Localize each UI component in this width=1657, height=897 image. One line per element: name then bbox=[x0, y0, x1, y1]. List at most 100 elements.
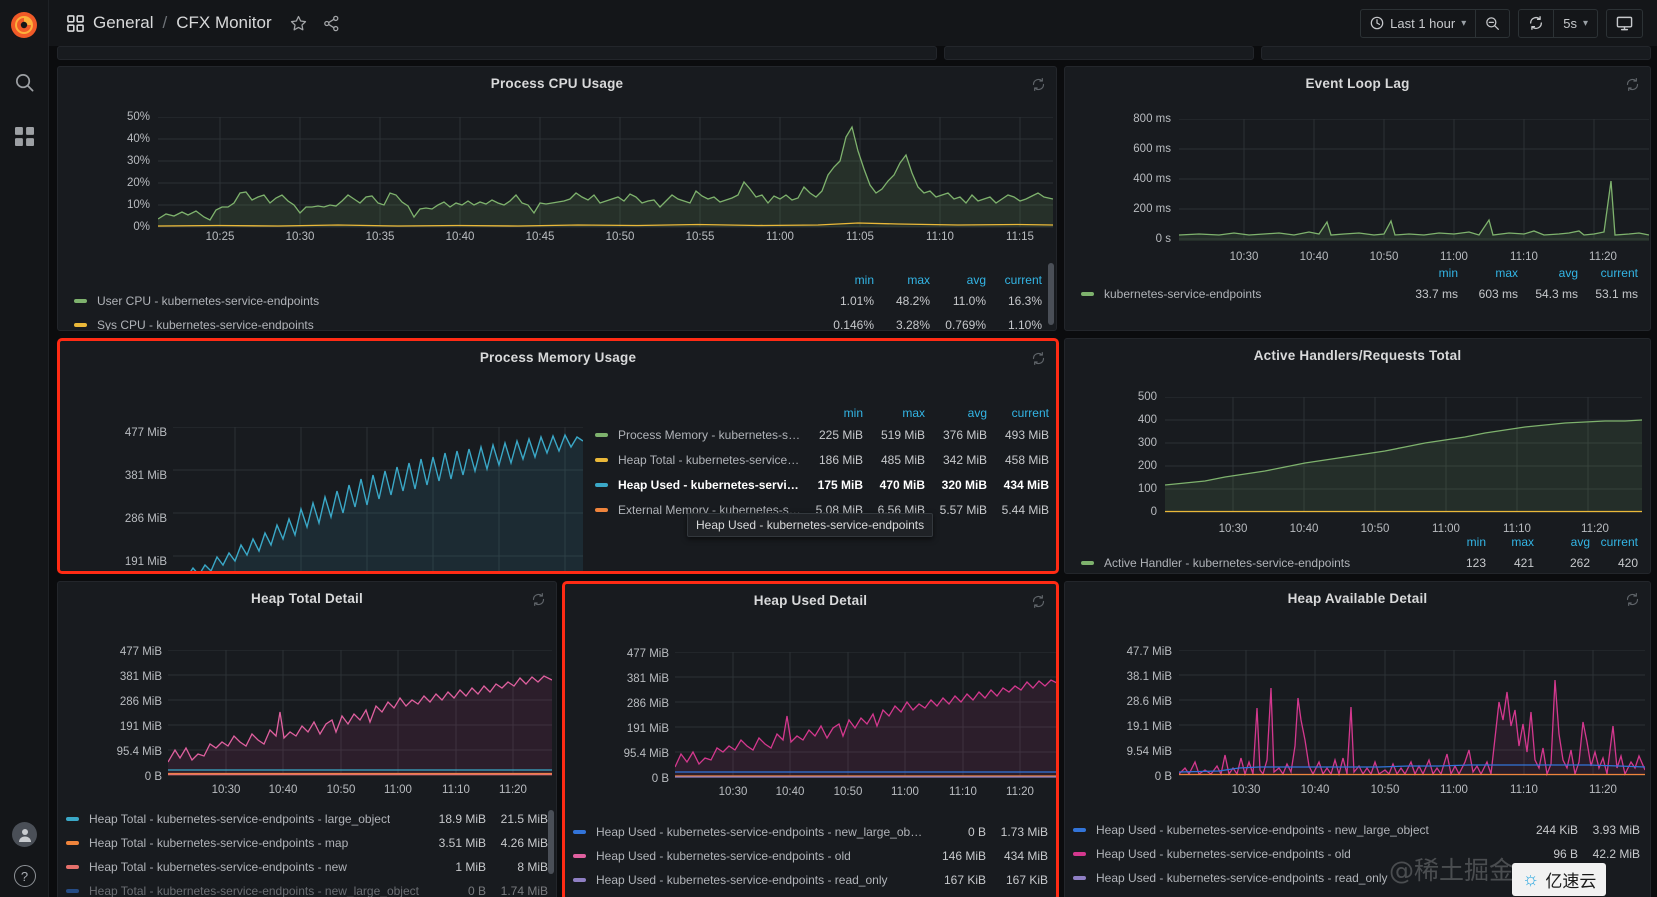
chevron-down-icon: ▾ bbox=[1582, 17, 1588, 29]
y-tick: 10% bbox=[126, 199, 150, 211]
time-range-label: Last 1 hour bbox=[1390, 15, 1456, 31]
series-min: 1 MiB bbox=[455, 860, 486, 874]
tv-mode-button[interactable] bbox=[1607, 10, 1642, 37]
search-icon[interactable] bbox=[10, 68, 38, 96]
legend-item[interactable]: User CPU - kubernetes-service-endpoints … bbox=[58, 289, 1056, 313]
legend-scrollbar[interactable] bbox=[548, 810, 554, 874]
watermark-badge: ☼ 亿速云 bbox=[1512, 863, 1607, 896]
panel-title: Active Handlers/Requests Total bbox=[1253, 348, 1462, 363]
clipped-panel[interactable] bbox=[57, 46, 937, 60]
y-axis: 500 400 300 200 100 0 bbox=[1065, 387, 1157, 537]
dashboards-grid-icon[interactable] bbox=[10, 122, 38, 150]
panel-refresh-icon[interactable] bbox=[1031, 77, 1046, 92]
panel-heap-available-detail[interactable]: Heap Available Detail 47.7 MiB 38.1 MiB … bbox=[1064, 581, 1651, 897]
x-tick: 11:10 bbox=[442, 784, 470, 796]
legend-item[interactable]: Process Memory - kubernetes-service-endp… bbox=[585, 422, 1055, 447]
panel-refresh-icon[interactable] bbox=[1031, 351, 1046, 366]
series-current: 493 MiB bbox=[1004, 427, 1049, 442]
legend-item[interactable]: Heap Used - kubernetes-service-endpoints… bbox=[585, 472, 1055, 497]
panel-refresh-icon[interactable] bbox=[1625, 77, 1640, 92]
legend-item[interactable]: Heap Used - kubernetes-service-endpoints… bbox=[565, 844, 1056, 868]
y-tick: 381 MiB bbox=[124, 470, 167, 482]
legend-header-row: min max avg current bbox=[1065, 532, 1650, 551]
series-color-swatch bbox=[1081, 292, 1094, 296]
series-min: 225 MiB bbox=[818, 427, 863, 442]
refresh-interval-picker[interactable]: 5s ▾ bbox=[1554, 10, 1597, 37]
series-color-swatch bbox=[573, 854, 586, 858]
clipped-panel[interactable] bbox=[944, 46, 1254, 60]
y-tick: 0 B bbox=[651, 773, 669, 785]
left-nav-rail: ? bbox=[0, 0, 49, 897]
y-tick: 477 MiB bbox=[119, 646, 162, 658]
x-tick: 10:50 bbox=[1369, 251, 1399, 263]
legend-item[interactable]: Active Handler - kubernetes-service-endp… bbox=[1065, 551, 1650, 573]
series-color-swatch bbox=[1073, 852, 1086, 856]
legend-item[interactable]: Sys CPU - kubernetes-service-endpoints 0… bbox=[58, 313, 1056, 331]
legend-item[interactable]: Heap Used - kubernetes-service-endpoints… bbox=[565, 868, 1056, 892]
panel-heap-used-detail[interactable]: Heap Used Detail 477 MiB 381 MiB 286 MiB… bbox=[562, 581, 1059, 897]
grafana-logo-icon[interactable] bbox=[7, 8, 41, 42]
x-tick: 11:20 bbox=[1589, 251, 1617, 263]
panel-legend: min max avg current kubernetes-service-e… bbox=[1065, 263, 1650, 306]
legend-item[interactable]: kubernetes-service-endpoints 33.7 ms 603… bbox=[1065, 282, 1650, 306]
panel-active-handlers-requests-total[interactable]: Active Handlers/Requests Total 500 400 3… bbox=[1064, 338, 1651, 574]
panel-heap-total-detail[interactable]: Heap Total Detail 477 MiB 381 MiB 286 Mi… bbox=[57, 581, 557, 897]
legend-col-max: max bbox=[907, 272, 930, 287]
clock-icon bbox=[1370, 16, 1384, 30]
legend-scrollbar[interactable] bbox=[1048, 263, 1054, 325]
user-avatar-icon[interactable] bbox=[12, 822, 37, 847]
panel-title: Event Loop Lag bbox=[1305, 76, 1410, 91]
panel-process-cpu-usage[interactable]: Process CPU Usage 50% 40% 30% 20% 10% 0% bbox=[57, 66, 1057, 331]
x-tick: 10:30 bbox=[285, 231, 315, 243]
y-tick: 381 MiB bbox=[626, 673, 669, 685]
series-min: 123 bbox=[1465, 556, 1486, 570]
series-max: 603 ms bbox=[1478, 287, 1518, 301]
refresh-dashboard-button[interactable] bbox=[1519, 10, 1553, 37]
clipped-panel[interactable] bbox=[1261, 46, 1651, 60]
active-handlers-plot bbox=[1165, 397, 1642, 513]
zoom-out-time-button[interactable] bbox=[1476, 10, 1509, 37]
legend-col-avg: avg bbox=[1558, 265, 1578, 280]
breadcrumb-folder[interactable]: General bbox=[93, 13, 153, 33]
legend-item[interactable]: Heap Total - kubernetes-service-endpoint… bbox=[58, 831, 556, 855]
series-max: 519 MiB bbox=[880, 427, 925, 442]
legend-item[interactable]: Heap Used - kubernetes-service-endpoints… bbox=[565, 820, 1056, 844]
legend-item[interactable]: Heap Total - kubernetes-service-endpoint… bbox=[585, 447, 1055, 472]
legend-header-row: min max avg current bbox=[58, 270, 1056, 289]
star-outline-icon[interactable] bbox=[290, 15, 307, 32]
series-current: 1.10% bbox=[1007, 318, 1042, 331]
legend-item[interactable]: Heap Total - kubernetes-service-endpoint… bbox=[58, 807, 556, 831]
panel-process-memory-usage[interactable]: Process Memory Usage 477 MiB 381 MiB 286… bbox=[57, 338, 1059, 574]
y-tick: 19.1 MiB bbox=[1126, 721, 1172, 733]
y-axis: 50% 40% 30% 20% 10% 0% bbox=[58, 111, 150, 233]
series-color-swatch bbox=[595, 507, 608, 512]
y-tick: 40% bbox=[126, 133, 150, 145]
series-color-swatch bbox=[74, 323, 87, 327]
series-max: 3.93 MiB bbox=[1592, 823, 1640, 837]
panel-legend: Heap Total - kubernetes-service-endpoint… bbox=[58, 807, 556, 897]
cpu-usage-plot bbox=[158, 117, 1053, 228]
y-axis: 477 MiB 381 MiB 286 MiB 191 MiB 95.4 MiB bbox=[60, 387, 167, 571]
series-min: 33.7 ms bbox=[1415, 287, 1458, 301]
legend-item[interactable]: Heap Total - kubernetes-service-endpoint… bbox=[58, 855, 556, 879]
series-min: 167 KiB bbox=[943, 873, 986, 887]
panel-event-loop-lag[interactable]: Event Loop Lag 800 ms 600 ms 400 ms 200 … bbox=[1064, 66, 1651, 331]
series-current: 5.44 MiB bbox=[1001, 502, 1049, 517]
y-tick: 30% bbox=[126, 155, 150, 167]
panel-refresh-icon[interactable] bbox=[531, 592, 546, 607]
panel-refresh-icon[interactable] bbox=[1031, 594, 1046, 609]
legend-item[interactable]: Heap Used - kubernetes-service-endpoints… bbox=[1065, 818, 1650, 842]
series-label: kubernetes-service-endpoints bbox=[1104, 287, 1262, 301]
legend-item[interactable]: Heap Total - kubernetes-service-endpoint… bbox=[58, 879, 556, 897]
legend-col-current: current bbox=[1600, 265, 1638, 280]
share-nodes-icon[interactable] bbox=[323, 15, 340, 32]
series-max: 167 KiB bbox=[1005, 873, 1048, 887]
panel-refresh-icon[interactable] bbox=[1625, 592, 1640, 607]
y-tick: 38.1 MiB bbox=[1126, 671, 1172, 683]
time-range-picker[interactable]: Last 1 hour ▾ bbox=[1361, 10, 1475, 37]
x-tick: 10:30 bbox=[1231, 784, 1261, 796]
y-tick: 95.4 MiB bbox=[116, 746, 162, 758]
help-question-icon[interactable]: ? bbox=[13, 865, 36, 887]
breadcrumb-dashboard-title[interactable]: CFX Monitor bbox=[176, 13, 271, 33]
series-min: 1.01% bbox=[839, 294, 874, 308]
